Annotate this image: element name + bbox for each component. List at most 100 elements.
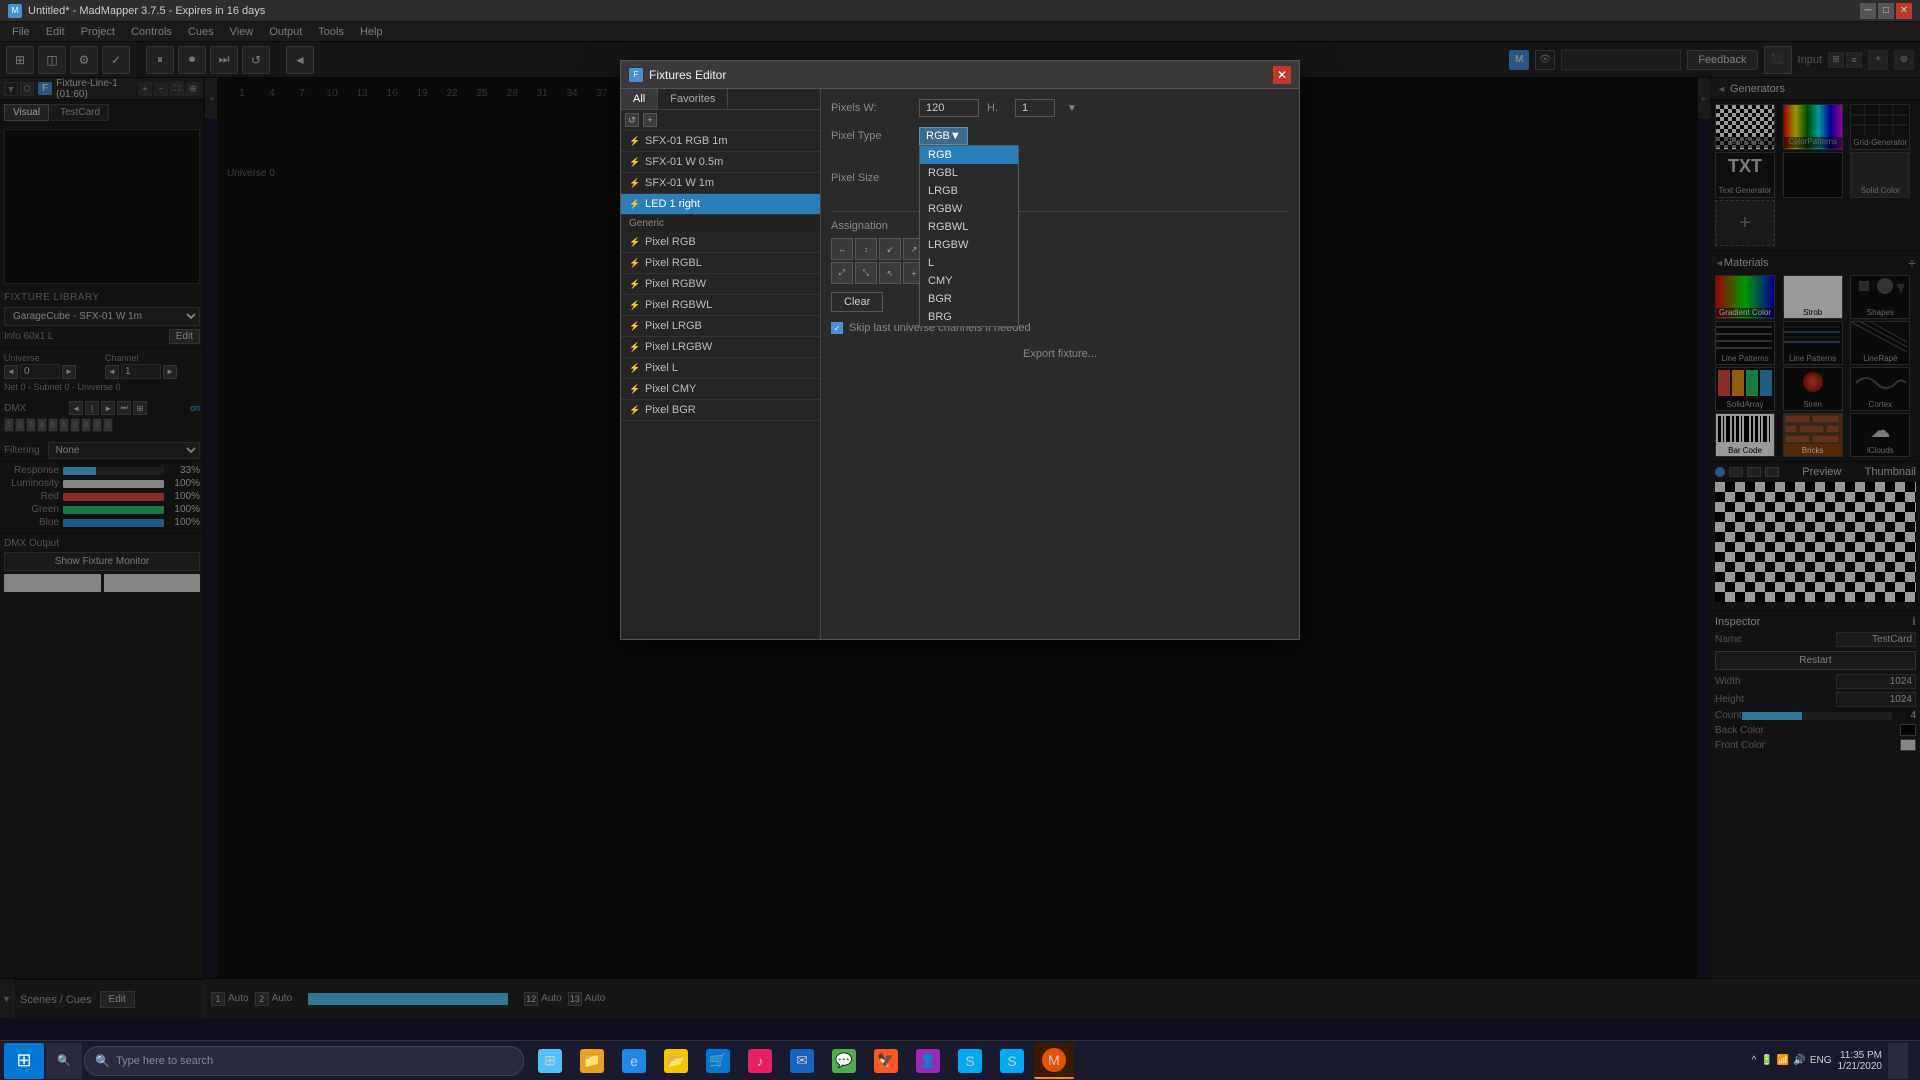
chat-icon: 💬	[832, 1049, 856, 1073]
fixture-item-sfx01w1m[interactable]: ⚡ SFX-01 W 1m	[621, 173, 820, 194]
skype2-icon: S	[1000, 1049, 1024, 1073]
taskbar-app-explorer[interactable]: 📂	[656, 1043, 696, 1079]
pixel-option-brg[interactable]: BRG	[920, 308, 1018, 326]
pixel-option-rgbw[interactable]: RGBW	[920, 200, 1018, 218]
pixel-option-rgbwl[interactable]: RGBWL	[920, 218, 1018, 236]
assign-btn-6[interactable]: ⤡	[855, 262, 877, 284]
taskbar-right: ^ 🔋 📶 🔊 ENG 11:35 PM 1/21/2020	[1752, 1043, 1916, 1079]
systray-battery: 🔋	[1760, 1055, 1772, 1066]
pixel-option-lrgb[interactable]: LRGB	[920, 182, 1018, 200]
systray-arrow[interactable]: ^	[1752, 1055, 1757, 1066]
store-icon: 🛒	[706, 1049, 730, 1073]
fixture-list-toolbar: ↺ +	[621, 110, 820, 131]
date-display: 1/21/2020	[1838, 1061, 1883, 1072]
fixture-item-pixelrgb[interactable]: ⚡ Pixel RGB	[621, 232, 820, 253]
start-button[interactable]: ⊞	[4, 1043, 44, 1079]
fixture-item-sfx01rgb1m[interactable]: ⚡ SFX-01 RGB 1m	[621, 131, 820, 152]
assign-btn-2[interactable]: ↕	[855, 238, 877, 260]
fixture-item-pixell[interactable]: ⚡ Pixel L	[621, 358, 820, 379]
assign-btn-1[interactable]: ↔	[831, 238, 853, 260]
fixture-item-led1right[interactable]: ⚡ LED 1 right	[621, 194, 820, 215]
fixture-item-pixelrgbw[interactable]: ⚡ Pixel RGBW	[621, 274, 820, 295]
fixture-icon-1: ⚡	[629, 136, 641, 147]
assign-btn-3[interactable]: ↙	[879, 238, 901, 260]
taskbar-apps: ⊞ 📁 e 📂 🛒 ♪ ✉ 💬 🦅 👤 S	[530, 1043, 1074, 1079]
export-fixture-link[interactable]: Export fixture...	[831, 348, 1289, 360]
systray-speaker: 🔊	[1793, 1055, 1805, 1066]
edge-icon: e	[622, 1049, 646, 1073]
task-view-icon: ⊞	[538, 1049, 562, 1073]
pixel-option-l[interactable]: L	[920, 254, 1018, 272]
minimize-button[interactable]: ─	[1860, 3, 1876, 19]
search-placeholder: Type here to search	[116, 1055, 213, 1067]
taskbar-app-store[interactable]: 🛒	[698, 1043, 738, 1079]
fixture-item-pixelrgbl[interactable]: ⚡ Pixel RGBL	[621, 253, 820, 274]
pixel-icon-4: ⚡	[629, 300, 641, 311]
mail-icon: ✉	[790, 1049, 814, 1073]
taskbar-app-user1[interactable]: 👤	[908, 1043, 948, 1079]
taskbar-app-edge[interactable]: e	[614, 1043, 654, 1079]
maximize-button[interactable]: □	[1878, 3, 1894, 19]
tab-favorites[interactable]: Favorites	[658, 89, 728, 109]
clear-button[interactable]: Clear	[831, 292, 883, 312]
h-input[interactable]	[1015, 99, 1055, 117]
pixel-icon-6: ⚡	[629, 342, 641, 353]
taskbar: ⊞ 🔍 🔍 Type here to search ⊞ 📁 e 📂 🛒 ♪ ✉ …	[0, 1040, 1920, 1080]
modal-titlebar: F Fixtures Editor ✕	[621, 61, 1299, 89]
window-title: Untitled* - MadMapper 3.7.5 - Expires in…	[28, 5, 1860, 17]
fixture-item-pixellrgb[interactable]: ⚡ Pixel LRGB	[621, 316, 820, 337]
pixel-type-label: Pixel Type	[831, 130, 911, 142]
pixels-wh-row: Pixels W: H. ▼	[831, 99, 1289, 117]
folder-icon: 📁	[580, 1049, 604, 1073]
taskbar-app-folder[interactable]: 📁	[572, 1043, 612, 1079]
fixture-item-sfx01w05m[interactable]: ⚡ SFX-01 W 0.5m	[621, 152, 820, 173]
close-button[interactable]: ✕	[1896, 3, 1912, 19]
pixel-option-bgr[interactable]: BGR	[920, 290, 1018, 308]
taskbar-app-view[interactable]: ⊞	[530, 1043, 570, 1079]
taskbar-app-mail[interactable]: ✉	[782, 1043, 822, 1079]
show-desktop-button[interactable]	[1888, 1043, 1908, 1079]
fixture-group-generic: Generic	[621, 215, 820, 232]
user1-icon: 👤	[916, 1049, 940, 1073]
taskbar-app-chat[interactable]: 💬	[824, 1043, 864, 1079]
time-display: 11:35 PM	[1838, 1050, 1883, 1061]
taskbar-app-madmapper[interactable]: M	[1034, 1043, 1074, 1079]
dropdown-arrow: ▼	[950, 130, 961, 142]
assign-btn-7[interactable]: ↖	[879, 262, 901, 284]
title-controls: ─ □ ✕	[1860, 3, 1912, 19]
pixel-type-dropdown-button[interactable]: RGB ▼	[919, 127, 968, 145]
pixel-option-rgb[interactable]: RGB	[920, 146, 1018, 164]
fixture-item-pixelrgbwl[interactable]: ⚡ Pixel RGBWL	[621, 295, 820, 316]
pixel-type-dropdown-list: RGB RGBL LRGB RGBW RGBWL LRGBW L CMY BGR…	[919, 145, 1019, 327]
tab-all[interactable]: All	[621, 89, 658, 109]
fixture-item-pixellrgbw[interactable]: ⚡ Pixel LRGBW	[621, 337, 820, 358]
assign-btn-5[interactable]: ⤢	[831, 262, 853, 284]
modal-close-button[interactable]: ✕	[1273, 66, 1291, 84]
fixture-add-button[interactable]: +	[643, 113, 657, 127]
skype1-icon: S	[958, 1049, 982, 1073]
taskbar-search-bar[interactable]: 🔍 Type here to search	[84, 1046, 524, 1076]
fixture-icon-2: ⚡	[629, 157, 641, 168]
fixture-refresh-button[interactable]: ↺	[625, 113, 639, 127]
app-icon: M	[8, 4, 22, 18]
fixture-item-pixelbgr[interactable]: ⚡ Pixel BGR	[621, 400, 820, 421]
pixel-option-cmy[interactable]: CMY	[920, 272, 1018, 290]
fixture-item-pixelcmy[interactable]: ⚡ Pixel CMY	[621, 379, 820, 400]
pixel-icon-3: ⚡	[629, 279, 641, 290]
pixel-icon-8: ⚡	[629, 384, 641, 395]
skip-checkbox[interactable]: ✓	[831, 322, 843, 334]
search-icon: 🔍	[95, 1054, 110, 1068]
pixel-option-lrgbw[interactable]: LRGBW	[920, 236, 1018, 254]
modal-icon: F	[629, 68, 643, 82]
taskbar-app-skype2[interactable]: S	[992, 1043, 1032, 1079]
taskbar-app-skype1[interactable]: S	[950, 1043, 990, 1079]
taskbar-search-icon-btn[interactable]: 🔍	[46, 1043, 82, 1079]
taskbar-app-music[interactable]: ♪	[740, 1043, 780, 1079]
pixel-type-row: Pixel Type RGB ▼ RGB RGBL LRGB RGBW	[831, 127, 1289, 145]
taskbar-app-bird[interactable]: 🦅	[866, 1043, 906, 1079]
clock[interactable]: 11:35 PM 1/21/2020	[1838, 1050, 1883, 1072]
madmapper-taskbar-icon: M	[1042, 1048, 1066, 1072]
fixture-editor-right: Pixels W: H. ▼ Pixel Type RGB ▼	[821, 89, 1299, 639]
pixel-option-rgbl[interactable]: RGBL	[920, 164, 1018, 182]
pixels-w-input[interactable]	[919, 99, 979, 117]
